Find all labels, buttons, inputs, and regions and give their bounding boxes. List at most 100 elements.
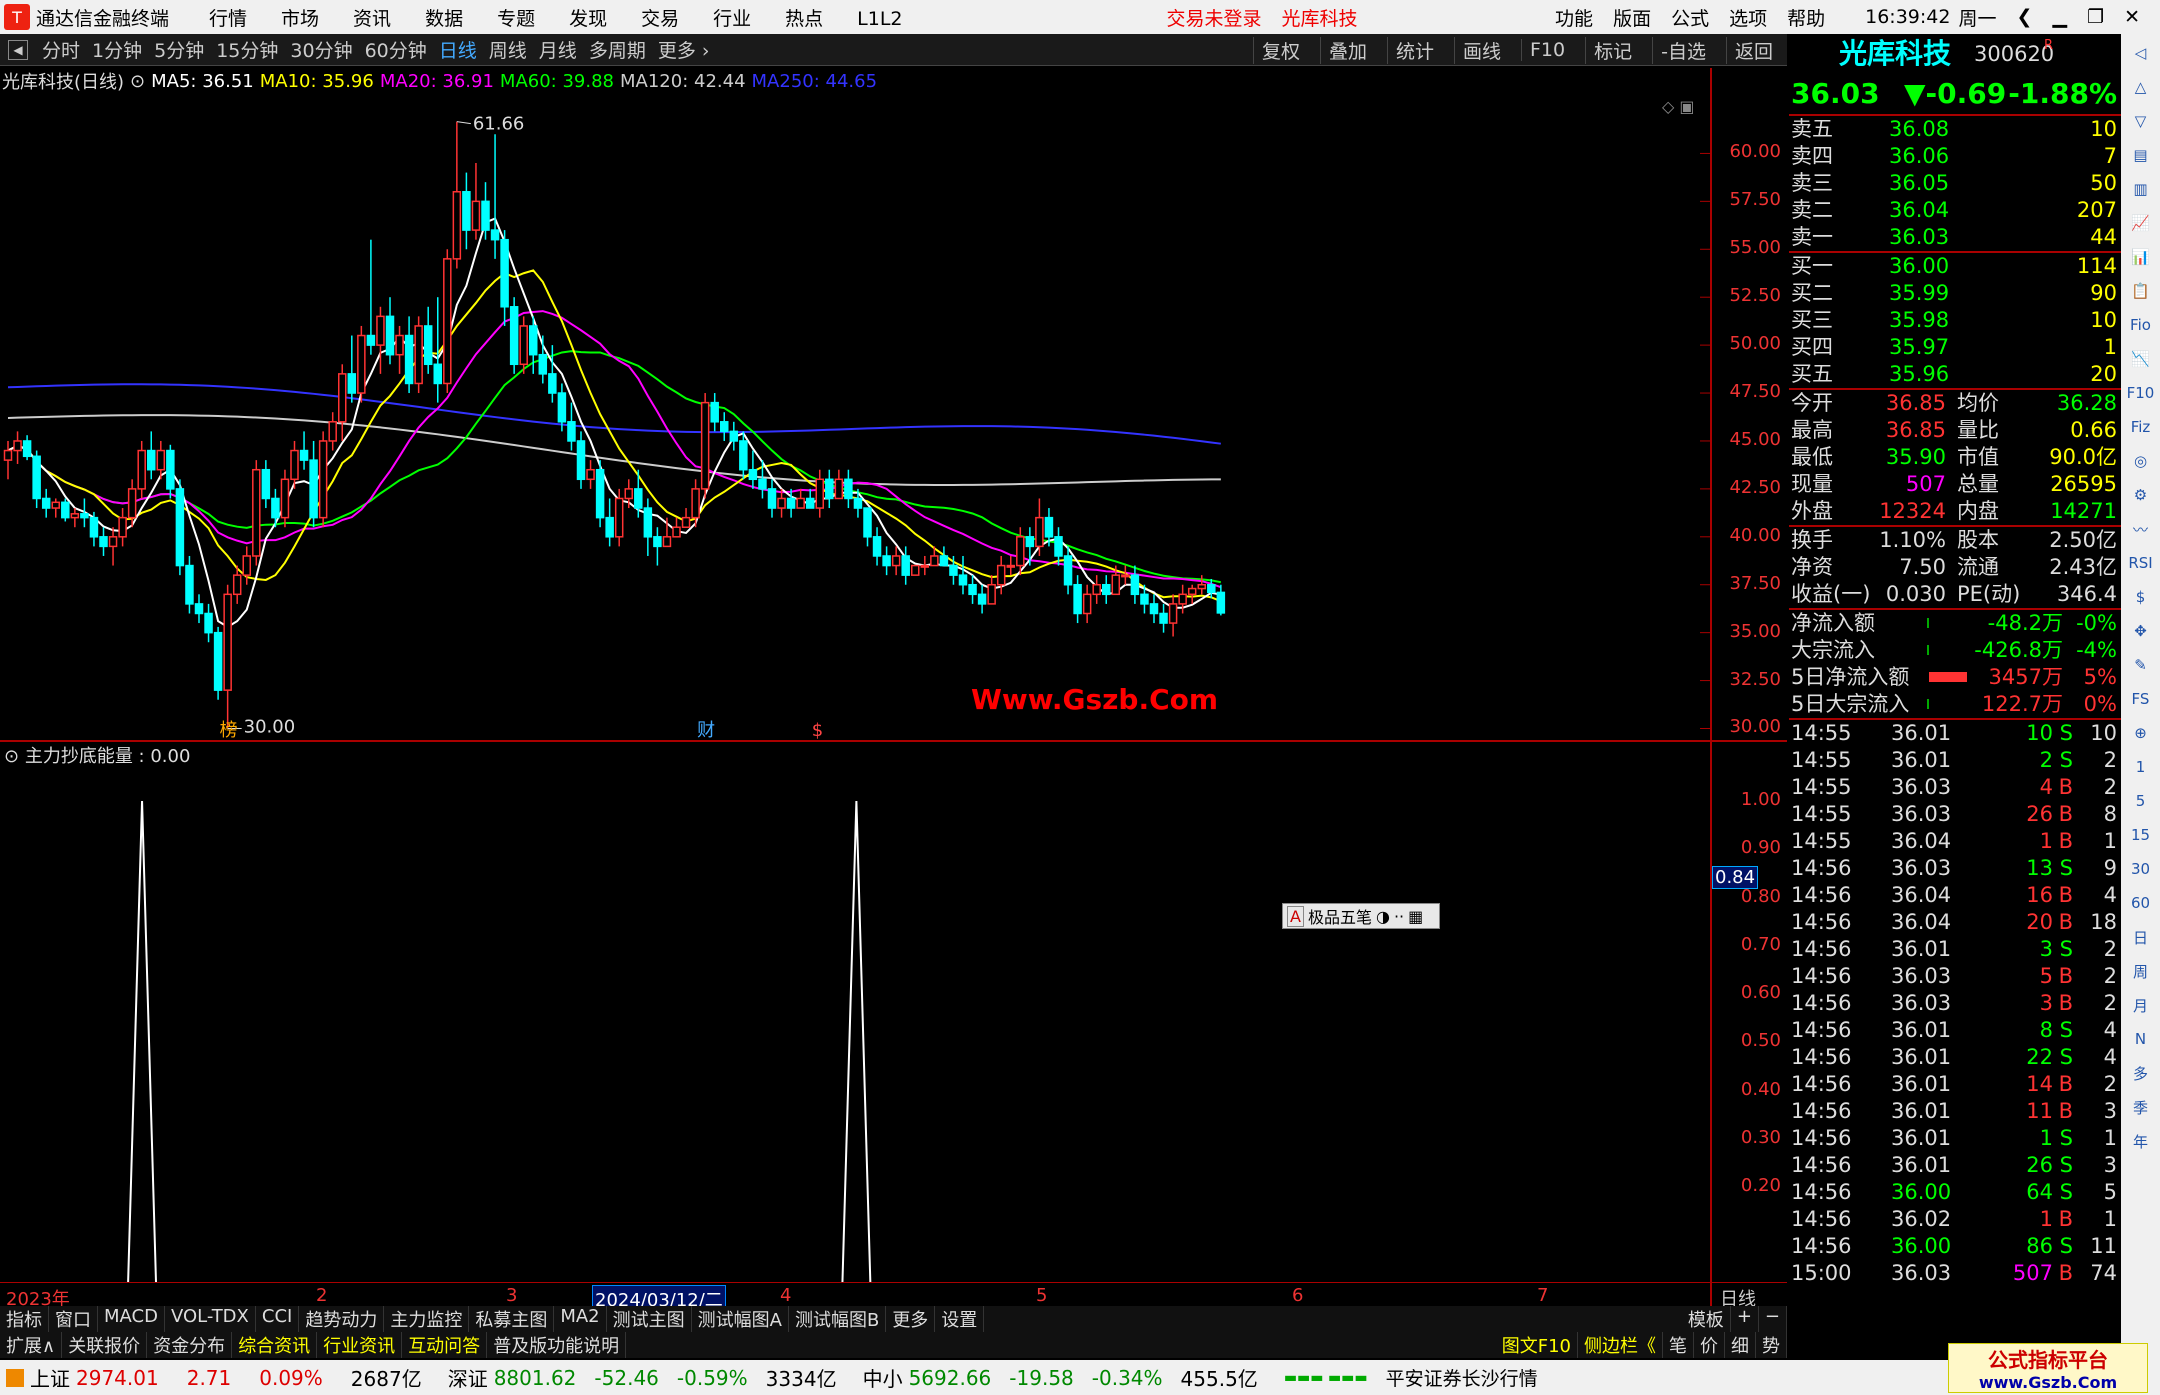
side-tab-4[interactable]: 细: [1725, 1332, 1756, 1358]
tool-6[interactable]: -自选: [1652, 36, 1714, 64]
ime-mode-icon[interactable]: A: [1287, 905, 1304, 927]
tick-list[interactable]: 14:55 36.01 10 S 10 14:55 36.01 2 S 2 14:55 36.03 4 B…: [1789, 720, 2121, 1287]
indicator-tab-3[interactable]: VOL-TDX: [165, 1306, 256, 1332]
info-tab-6[interactable]: 普及版功能说明: [487, 1332, 627, 1358]
menu-4[interactable]: 专题: [497, 8, 535, 30]
period-tab-8[interactable]: 月线: [539, 36, 577, 63]
sidebar-tool-14-icon[interactable]: 〰: [2126, 514, 2155, 544]
sidebar-tool-31-icon[interactable]: 季: [2126, 1092, 2155, 1122]
sidebar-tool-3-icon[interactable]: ▤: [2126, 140, 2155, 170]
sidebar-tool-1-icon[interactable]: △: [2126, 72, 2155, 102]
side-tab-1[interactable]: 侧边栏《: [1578, 1332, 1663, 1358]
sidebar-tool-25-icon[interactable]: 60: [2126, 888, 2155, 918]
indicator-tab-11[interactable]: 测试幅图B: [789, 1306, 887, 1332]
sidebar-tool-27-icon[interactable]: 周: [2126, 956, 2155, 986]
indicator-tab-8[interactable]: MA2: [554, 1306, 607, 1332]
menu-5[interactable]: 发现: [569, 8, 607, 30]
tool-1[interactable]: 叠加: [1319, 36, 1375, 64]
period-tab-1[interactable]: 1分钟: [92, 36, 142, 63]
tool-7[interactable]: 返回: [1725, 36, 1781, 64]
period-tab-6[interactable]: 日线: [439, 36, 477, 63]
sidebar-tool-8-icon[interactable]: Fio: [2126, 310, 2155, 340]
punct-icon[interactable]: ··: [1394, 907, 1404, 926]
period-tab-0[interactable]: 分时: [42, 36, 80, 63]
template-tab-2[interactable]: −: [1759, 1306, 1787, 1332]
indicator-tab-9[interactable]: 测试主图: [607, 1306, 692, 1332]
side-tab-0[interactable]: 图文F10: [1496, 1332, 1578, 1358]
sidebar-tool-21-icon[interactable]: 1: [2126, 752, 2155, 782]
right-menu-3[interactable]: 选项: [1729, 4, 1767, 31]
indicator-tab-4[interactable]: CCI: [256, 1306, 300, 1332]
ime-toolbar[interactable]: A 极品五笔 ◑ ·· ▦: [1282, 903, 1440, 929]
maximize-icon[interactable]: ❐: [2087, 6, 2104, 28]
indicator-tab-2[interactable]: MACD: [98, 1306, 165, 1332]
period-tab-3[interactable]: 15分钟: [216, 36, 278, 63]
sidebar-tool-11-icon[interactable]: Fiz: [2126, 412, 2155, 442]
sidebar-tool-0-icon[interactable]: ◁: [2126, 38, 2155, 68]
menu-icon[interactable]: [6, 1368, 24, 1387]
menu-7[interactable]: 行业: [713, 8, 751, 30]
dropdown-icon[interactable]: ⊙: [130, 71, 145, 92]
sidebar-tool-30-icon[interactable]: 多: [2126, 1058, 2155, 1088]
right-menu-2[interactable]: 公式: [1671, 4, 1709, 31]
sidebar-tool-29-icon[interactable]: N: [2126, 1024, 2155, 1054]
sidebar-tool-24-icon[interactable]: 30: [2126, 854, 2155, 884]
sidebar-tool-10-icon[interactable]: F10: [2126, 378, 2155, 408]
menu-2[interactable]: 资讯: [353, 8, 391, 30]
info-tab-1[interactable]: 关联报价: [62, 1332, 148, 1358]
keyboard-icon[interactable]: ▦: [1408, 907, 1423, 926]
moon-icon[interactable]: ◑: [1376, 907, 1390, 926]
sidebar-tool-18-icon[interactable]: ✎: [2126, 650, 2155, 680]
minimize-icon[interactable]: ▁: [2052, 6, 2067, 28]
template-tab-0[interactable]: 模板: [1682, 1306, 1731, 1332]
tool-2[interactable]: 统计: [1386, 36, 1442, 64]
sidebar-tool-7-icon[interactable]: 📋: [2126, 276, 2155, 306]
right-menu-1[interactable]: 版面: [1613, 4, 1651, 31]
sidebar-tool-13-icon[interactable]: ⚙: [2126, 480, 2155, 510]
menu-1[interactable]: 市场: [281, 8, 319, 30]
period-tab-5[interactable]: 60分钟: [365, 36, 427, 63]
sidebar-tool-2-icon[interactable]: ▽: [2126, 106, 2155, 136]
sidebar-tool-12-icon[interactable]: ◎: [2126, 446, 2155, 476]
tool-0[interactable]: 复权: [1252, 36, 1308, 64]
side-tab-3[interactable]: 价: [1694, 1332, 1725, 1358]
indicator-tab-0[interactable]: 指标: [0, 1306, 49, 1332]
info-tab-4[interactable]: 行业资讯: [317, 1332, 403, 1358]
info-tab-2[interactable]: 资金分布: [147, 1332, 233, 1358]
indicator-tab-5[interactable]: 趋势动力: [299, 1306, 385, 1332]
menu-3[interactable]: 数据: [425, 8, 463, 30]
sidebar-tool-15-icon[interactable]: RSI: [2126, 548, 2155, 578]
period-tab-4[interactable]: 30分钟: [290, 36, 352, 63]
period-tab-2[interactable]: 5分钟: [154, 36, 204, 63]
sidebar-tool-26-icon[interactable]: 日: [2126, 922, 2155, 952]
sidebar-tool-5-icon[interactable]: 📈: [2126, 208, 2155, 238]
indicator-toggle-icon[interactable]: ⊙: [4, 746, 19, 767]
indicator-chart[interactable]: [0, 770, 1710, 1282]
menu-0[interactable]: 行情: [209, 8, 247, 30]
period-tab-9[interactable]: 多周期: [589, 36, 646, 63]
period-tab-10[interactable]: 更多 ›: [658, 36, 710, 63]
sidebar-tool-32-icon[interactable]: 年: [2126, 1126, 2155, 1156]
back-icon[interactable]: ❮: [2016, 6, 2032, 28]
sidebar-tool-19-icon[interactable]: FS: [2126, 684, 2155, 714]
tool-4[interactable]: F10: [1521, 39, 1573, 61]
indicator-tab-13[interactable]: 设置: [935, 1306, 985, 1332]
menu-8[interactable]: 热点: [785, 8, 823, 30]
sidebar-tool-23-icon[interactable]: 15: [2126, 820, 2155, 850]
period-tab-7[interactable]: 周线: [489, 36, 527, 63]
side-tab-5[interactable]: 势: [1756, 1332, 1787, 1358]
sidebar-tool-16-icon[interactable]: $: [2126, 582, 2155, 612]
right-menu-4[interactable]: 帮助: [1787, 4, 1825, 31]
login-status[interactable]: 交易未登录: [1167, 4, 1262, 31]
sidebar-tool-28-icon[interactable]: 月: [2126, 990, 2155, 1020]
price-chart[interactable]: 61.66 30.00 榜 财 $ ◇ ▣: [0, 94, 1710, 740]
indicator-tab-6[interactable]: 主力监控: [384, 1306, 470, 1332]
sidebar-tool-9-icon[interactable]: 📉: [2126, 344, 2155, 374]
sidebar-tool-6-icon[interactable]: 📊: [2126, 242, 2155, 272]
menu-6[interactable]: 交易: [641, 8, 679, 30]
info-tab-5[interactable]: 互动问答: [402, 1332, 488, 1358]
sidebar-tool-22-icon[interactable]: 5: [2126, 786, 2155, 816]
side-tab-2[interactable]: 笔: [1663, 1332, 1694, 1358]
collapse-icon[interactable]: ◀: [8, 39, 28, 60]
indicator-tab-12[interactable]: 更多: [886, 1306, 936, 1332]
